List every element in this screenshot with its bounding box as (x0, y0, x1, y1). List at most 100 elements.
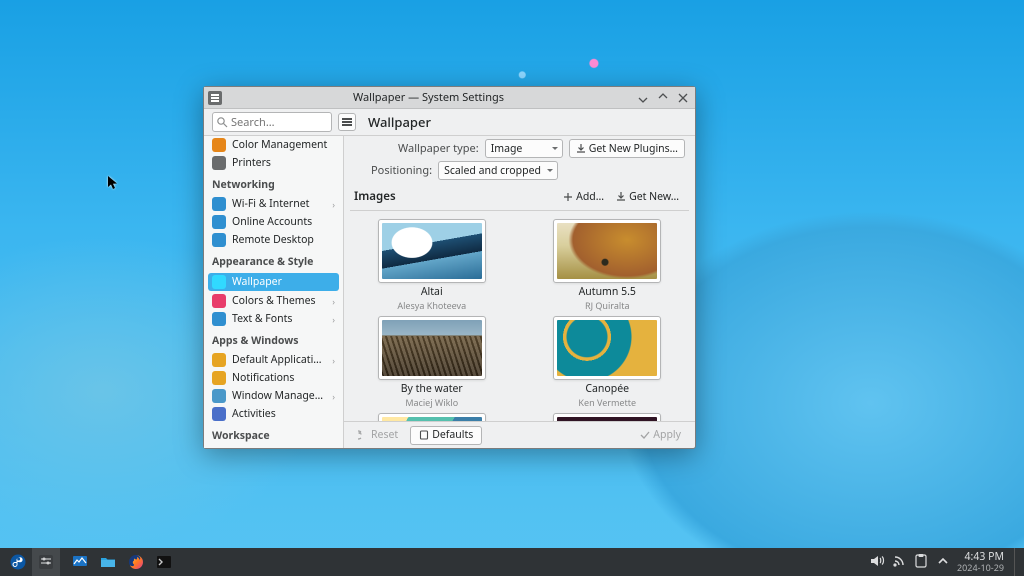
search-icon (216, 116, 228, 128)
chevron-right-icon: › (332, 198, 335, 211)
get-new-wallpapers-button[interactable]: Get New… (610, 187, 685, 206)
task-system-settings[interactable] (32, 548, 60, 576)
search-input[interactable] (212, 112, 332, 132)
wallpaper-thumb (382, 223, 482, 279)
volume-icon[interactable] (869, 553, 885, 572)
wallpaper-name: Altai (421, 285, 443, 299)
wallpaper-author: Ken Vermette (578, 396, 636, 409)
wallpaper-thumb (557, 417, 657, 421)
sidebar-item-icon (212, 371, 226, 385)
document-icon (419, 430, 429, 440)
sidebar-item-wi-fi-internet[interactable]: Wi-Fi & Internet › (204, 195, 343, 213)
titlebar[interactable]: Wallpaper — System Settings (204, 87, 695, 109)
sidebar-item-notifications[interactable]: Notifications (204, 369, 343, 387)
undo-icon (358, 430, 368, 440)
sidebar-item-remote-desktop[interactable]: Remote Desktop (204, 231, 343, 249)
get-new-plugins-button[interactable]: Get New Plugins… (569, 139, 685, 158)
positioning-label: Positioning: (371, 163, 432, 178)
sidebar-item-color-management[interactable]: Color Management (204, 136, 343, 154)
clipboard-icon[interactable] (913, 553, 929, 572)
taskbar[interactable]: 4:43 PM 2024-10-29 (0, 548, 1024, 576)
sidebar-item-wallpaper[interactable]: Wallpaper (208, 273, 339, 291)
wallpaper-name: By the water (401, 382, 463, 396)
maximize-button[interactable] (655, 90, 671, 106)
mouse-cursor (108, 173, 118, 187)
images-heading: Images (354, 189, 557, 204)
sidebar-item-icon (212, 389, 226, 403)
sidebar-item-icon (212, 353, 226, 367)
clock-date: 2024-10-29 (957, 563, 1004, 572)
sidebar-item-general-behavior[interactable]: General Behavior (204, 446, 343, 448)
app-menu-icon[interactable] (208, 91, 222, 105)
sidebar-item-window-management[interactable]: Window Management› (204, 387, 343, 405)
wallpaper-thumb (557, 223, 657, 279)
sidebar-item-label: Activities (232, 407, 335, 421)
add-image-button[interactable]: Add… (557, 187, 610, 206)
settings-icon (38, 554, 54, 570)
wallpaper-thumb (557, 320, 657, 376)
sidebar-item-label: Color Management (232, 138, 335, 152)
task-system-monitor[interactable] (66, 548, 94, 576)
wallpaper-item[interactable] (364, 413, 500, 421)
sidebar-item-text-fonts[interactable]: Text & Fonts› (204, 310, 343, 328)
sidebar-item-printers[interactable]: Printers (204, 154, 343, 172)
reset-button[interactable]: Reset (352, 426, 404, 445)
sidebar-item-icon (212, 233, 226, 247)
sidebar-heading: Apps & Windows (204, 328, 343, 351)
footer: Reset Defaults Apply (344, 421, 695, 448)
wallpaper-type-row: Wallpaper type: Image Get New Plugins… (344, 136, 695, 161)
sidebar-heading: Networking (204, 172, 343, 195)
check-icon (640, 430, 650, 440)
wallpaper-thumb (382, 417, 482, 421)
apply-button[interactable]: Apply (634, 426, 687, 445)
wallpaper-item[interactable] (540, 413, 676, 421)
chevron-right-icon: › (332, 354, 335, 367)
chevron-right-icon: › (332, 390, 335, 403)
clock[interactable]: 4:43 PM 2024-10-29 (957, 552, 1004, 572)
toolbar: Wallpaper (204, 109, 695, 136)
wallpaper-grid-scroll[interactable]: AltaiAlesya Khoteeva Autumn 5.5RJ Quiralt… (350, 210, 689, 421)
sidebar-item-colors-themes[interactable]: Colors & Themes › (204, 292, 343, 310)
task-files[interactable] (94, 548, 122, 576)
task-firefox[interactable] (122, 548, 150, 576)
show-desktop-button[interactable] (1014, 548, 1020, 576)
menu-button[interactable] (338, 113, 356, 131)
sidebar-item-icon (212, 275, 226, 289)
close-button[interactable] (675, 90, 691, 106)
wallpaper-type-select[interactable]: Image (485, 139, 563, 158)
sidebar-item-default-applications[interactable]: Default Applications › (204, 351, 343, 369)
wallpaper-author: Alesya Khoteeva (397, 299, 466, 312)
chevron-right-icon: › (332, 313, 335, 326)
folder-icon (100, 554, 116, 570)
sidebar-item-label: Wi-Fi & Internet (232, 197, 326, 211)
sidebar-item-activities[interactable]: Activities (204, 405, 343, 423)
sidebar-item-icon (212, 156, 226, 170)
network-icon[interactable] (891, 553, 907, 572)
defaults-button[interactable]: Defaults (410, 426, 482, 445)
firefox-icon (128, 554, 144, 570)
plus-icon (563, 192, 573, 202)
positioning-select[interactable]: Scaled and cropped (438, 161, 558, 180)
wallpaper-author: RJ Quiralta (585, 299, 630, 312)
wallpaper-item[interactable]: AltaiAlesya Khoteeva (364, 219, 500, 312)
wallpaper-name: Autumn 5.5 (579, 285, 636, 299)
sidebar-item-label: Colors & Themes (232, 294, 326, 308)
sidebar-item-icon (212, 138, 226, 152)
chevron-right-icon: › (332, 295, 335, 308)
wallpaper-item[interactable]: By the waterMaciej Wiklo (364, 316, 500, 409)
download-icon (616, 192, 626, 202)
sidebar[interactable]: Color ManagementPrintersNetworkingWi-Fi … (204, 136, 344, 448)
wallpaper-item[interactable]: Autumn 5.5RJ Quiralta (540, 219, 676, 312)
search-input-wrap (212, 112, 332, 132)
main-pane: Wallpaper type: Image Get New Plugins… P… (344, 136, 695, 448)
fedora-icon (10, 554, 26, 570)
minimize-button[interactable] (635, 90, 651, 106)
sidebar-item-icon (212, 407, 226, 421)
sidebar-item-online-accounts[interactable]: Online Accounts (204, 213, 343, 231)
task-konsole[interactable] (150, 548, 178, 576)
app-launcher-button[interactable] (4, 548, 32, 576)
wallpaper-item[interactable]: CanopéeKen Vermette (540, 316, 676, 409)
sidebar-item-label: Default Applications (232, 353, 326, 367)
tray-expand-icon[interactable] (935, 553, 951, 572)
wallpaper-thumb-frame (378, 413, 486, 421)
